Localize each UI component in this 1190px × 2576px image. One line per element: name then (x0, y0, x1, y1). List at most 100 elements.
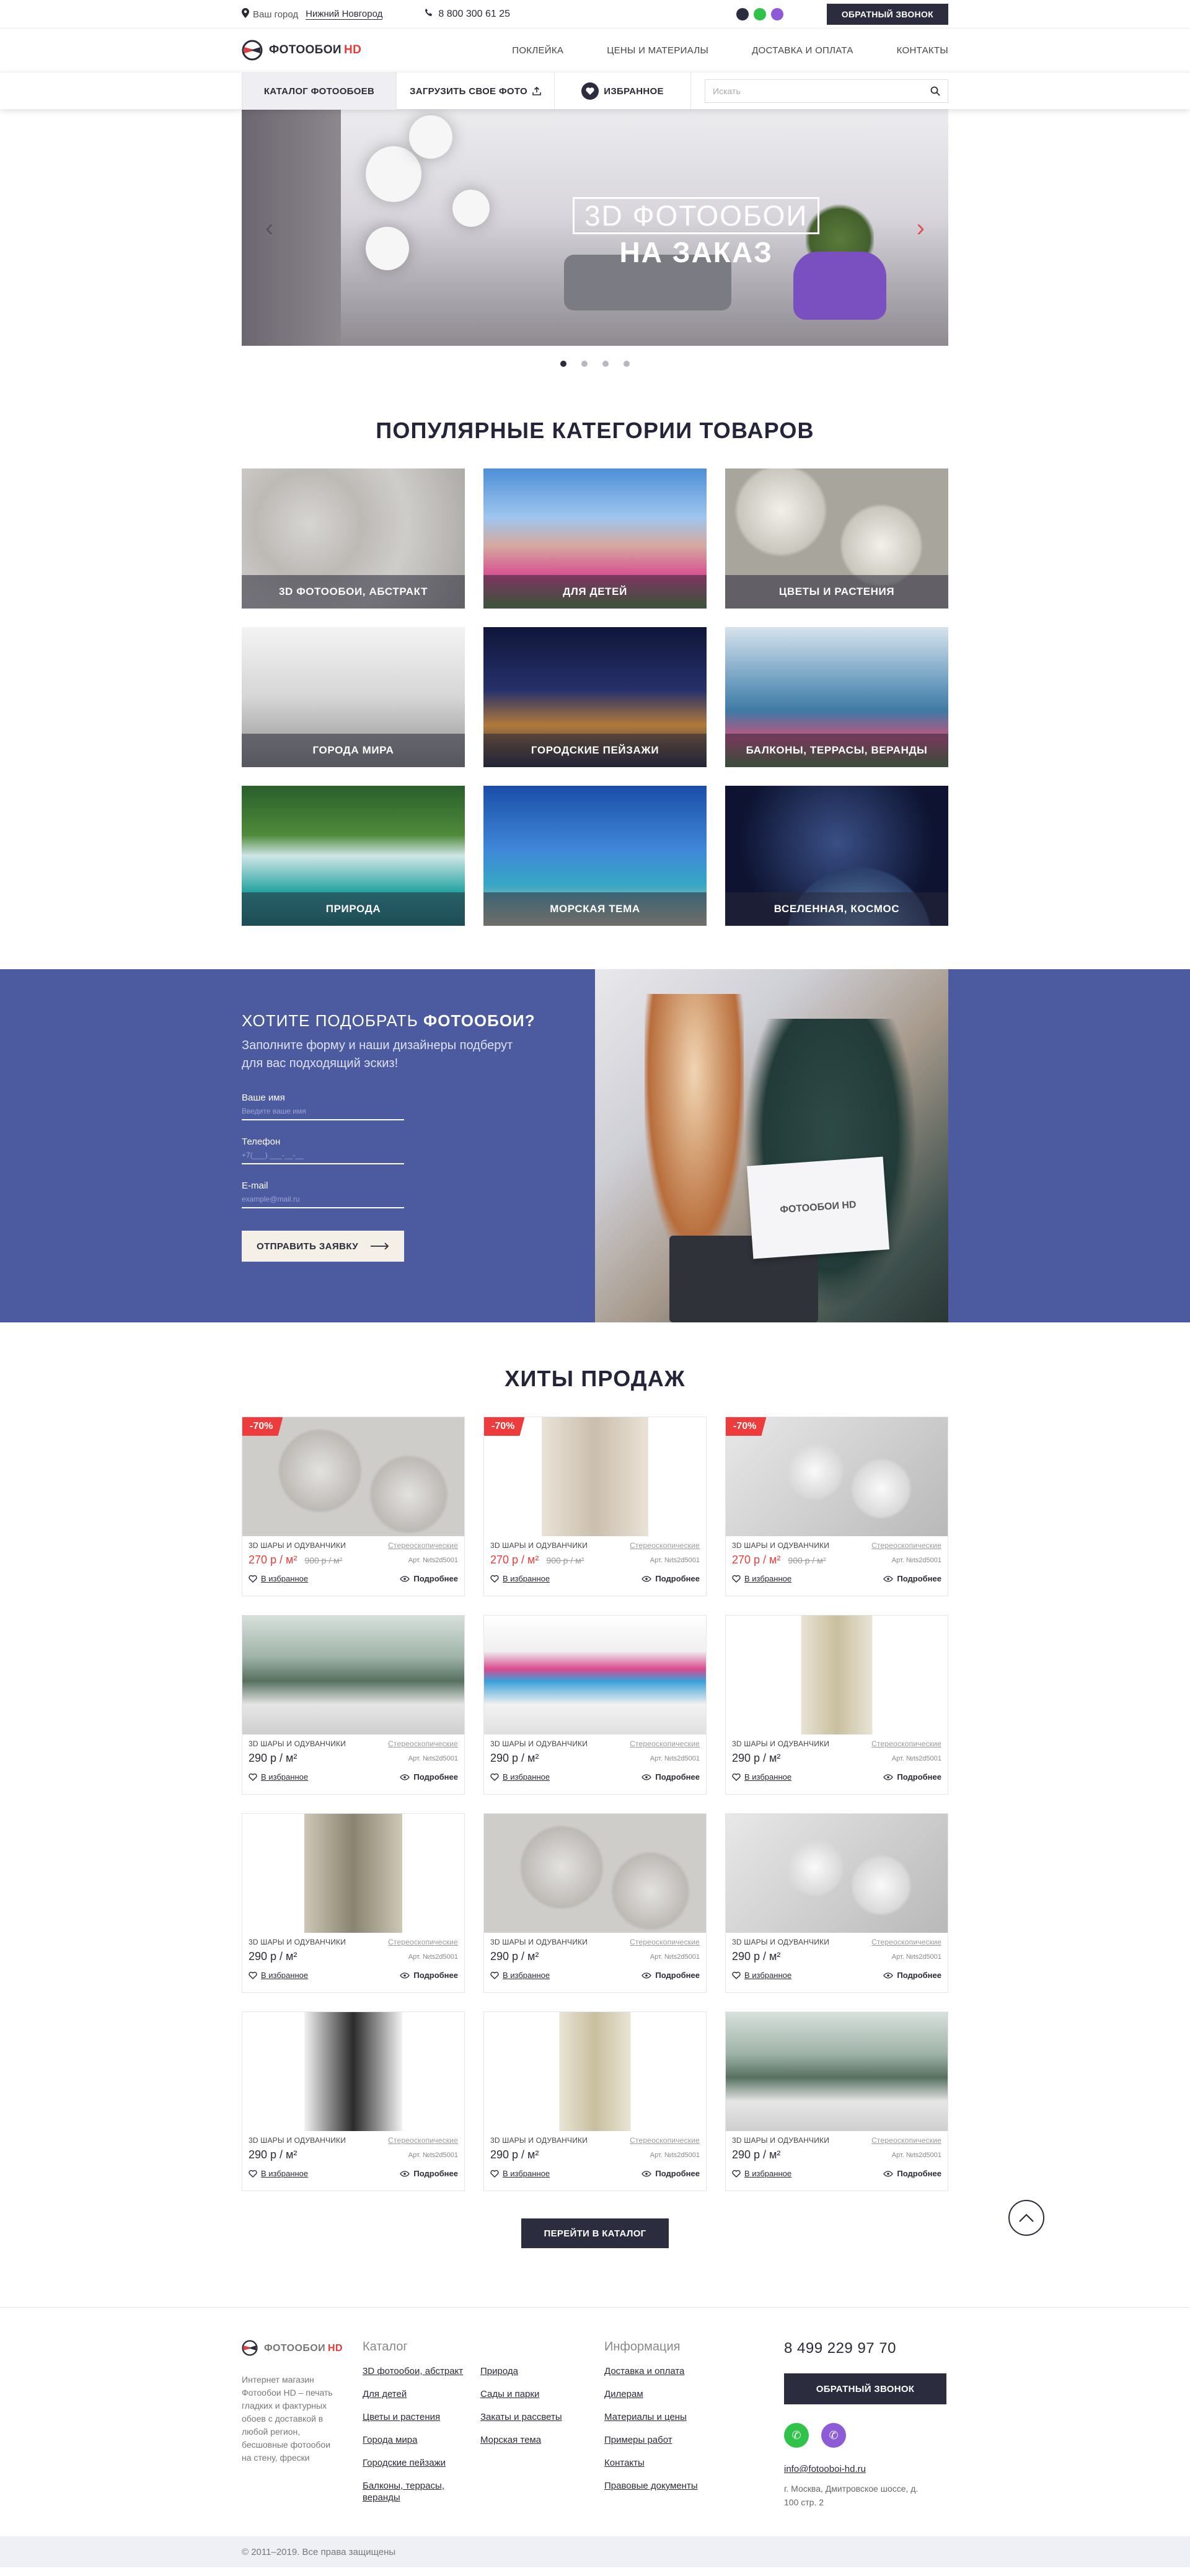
product-image[interactable]: -70% (726, 1417, 948, 1536)
whatsapp-icon[interactable] (753, 8, 766, 20)
add-to-favorites-link[interactable]: В избранное (490, 1971, 550, 1980)
category-card-balconies[interactable]: БАЛКОНЫ, ТЕРРАСЫ, ВЕРАНДЫ (725, 627, 948, 767)
product-card[interactable]: 3D ШАРЫ И ОДУВАНЧИКИ Стереоскопические 2… (483, 1615, 707, 1795)
footer-callback-button[interactable]: ОБРАТНЫЙ ЗВОНОК (784, 2373, 946, 2404)
product-material[interactable]: Стереоскопические (388, 1938, 458, 1946)
slider-prev-icon[interactable]: ‹ (265, 216, 273, 240)
footer-link[interactable]: Правовые документы (604, 2480, 784, 2492)
product-material[interactable]: Стереоскопические (630, 1541, 700, 1550)
product-card[interactable]: 3D ШАРЫ И ОДУВАНЧИКИ Стереоскопические 2… (725, 2011, 948, 2191)
footer-link[interactable]: Цветы и растения (363, 2411, 480, 2423)
footer-link[interactable]: Материалы и цены (604, 2411, 784, 2423)
product-card[interactable]: 3D ШАРЫ И ОДУВАНЧИКИ Стереоскопические 2… (725, 1615, 948, 1795)
footer-link[interactable]: Городские пейзажи (363, 2457, 480, 2469)
footer-link[interactable]: Морская тема (480, 2434, 562, 2446)
footer-email[interactable]: info@fotooboi-hd.ru (784, 2464, 946, 2474)
product-card[interactable]: 3D ШАРЫ И ОДУВАНЧИКИ Стереоскопические 2… (483, 2011, 707, 2191)
product-material[interactable]: Стереоскопические (871, 1739, 941, 1748)
nav-item-delivery[interactable]: ДОСТАВКА И ОПЛАТА (752, 45, 853, 56)
details-link[interactable]: Подробнее (641, 1574, 700, 1583)
product-card[interactable]: 3D ШАРЫ И ОДУВАНЧИКИ Стереоскопические 2… (483, 1813, 707, 1993)
footer-link[interactable]: Сады и парки (480, 2388, 562, 2400)
city-link[interactable]: Нижний Новгород (306, 9, 383, 20)
details-link[interactable]: Подробнее (883, 1971, 941, 1980)
product-image[interactable] (242, 2012, 464, 2131)
product-material[interactable]: Стереоскопические (388, 1541, 458, 1550)
product-image[interactable] (484, 1814, 706, 1933)
city-selector[interactable]: Ваш город Нижний Новгород (242, 8, 383, 20)
submit-request-button[interactable]: ОТПРАВИТЬ ЗАЯВКУ (242, 1231, 404, 1262)
details-link[interactable]: Подробнее (883, 1772, 941, 1782)
category-card-space[interactable]: ВСЕЛЕННАЯ, КОСМОС (725, 786, 948, 926)
category-card-cityscapes[interactable]: ГОРОДСКИЕ ПЕЙЗАЖИ (483, 627, 707, 767)
add-to-favorites-link[interactable]: В избранное (249, 1772, 308, 1782)
add-to-favorites-link[interactable]: В избранное (249, 1971, 308, 1980)
slider-dot[interactable] (602, 361, 609, 367)
viber-icon[interactable]: ✆ (821, 2423, 846, 2448)
product-image[interactable]: -70% (484, 1417, 706, 1536)
add-to-favorites-link[interactable]: В избранное (732, 1971, 791, 1980)
footer-link[interactable]: Дилерам (604, 2388, 784, 2400)
product-image[interactable] (484, 1615, 706, 1734)
footer-link[interactable]: Природа (480, 2365, 562, 2377)
email-field[interactable]: E-mail example@mail.ru (242, 1180, 404, 1208)
product-image[interactable] (484, 2012, 706, 2131)
footer-phone[interactable]: 8 499 229 97 70 (784, 2340, 946, 2357)
details-link[interactable]: Подробнее (641, 2169, 700, 2178)
search-icon[interactable] (930, 86, 940, 96)
nav-item-prices[interactable]: ЦЕНЫ И МАТЕРИАЛЫ (607, 45, 708, 56)
nav-item-installation[interactable]: ПОКЛЕЙКА (512, 45, 563, 56)
add-to-favorites-link[interactable]: В избранное (490, 1574, 550, 1583)
slider-dot[interactable] (624, 361, 630, 367)
category-card-flowers[interactable]: ЦВЕТЫ И РАСТЕНИЯ (725, 468, 948, 609)
footer-link[interactable]: Для детей (363, 2388, 480, 2400)
slider-next-icon[interactable]: › (917, 216, 925, 240)
product-card[interactable]: -70% 3D ШАРЫ И ОДУВАНЧИКИ Стереоскопичес… (483, 1417, 707, 1596)
product-material[interactable]: Стереоскопические (871, 2136, 941, 2145)
product-image[interactable]: -70% (242, 1417, 464, 1536)
name-field[interactable]: Ваше имя Введите ваше имя (242, 1092, 404, 1120)
nav-item-contacts[interactable]: КОНТАКТЫ (897, 45, 948, 56)
category-card-3d[interactable]: 3D ФОТООБОИ, АБСТРАКТ (242, 468, 465, 609)
product-card[interactable]: -70% 3D ШАРЫ И ОДУВАНЧИКИ Стереоскопичес… (725, 1417, 948, 1596)
details-link[interactable]: Подробнее (400, 1574, 458, 1583)
category-card-sea[interactable]: МОРСКАЯ ТЕМА (483, 786, 707, 926)
product-material[interactable]: Стереоскопические (630, 2136, 700, 2145)
phone-field[interactable]: Телефон +7(___) ___-__-__ (242, 1136, 404, 1164)
product-image[interactable] (242, 1814, 464, 1933)
details-link[interactable]: Подробнее (400, 2169, 458, 2178)
catalog-button[interactable]: КАТАЛОГ ФОТООБОЕВ (242, 73, 397, 110)
email-input[interactable]: example@mail.ru (242, 1191, 404, 1208)
footer-link[interactable]: 3D фотообои, абстракт (363, 2365, 480, 2377)
add-to-favorites-link[interactable]: В избранное (732, 1772, 791, 1782)
whatsapp-icon[interactable]: ✆ (784, 2423, 809, 2448)
go-to-catalog-button[interactable]: ПЕРЕЙТИ В КАТАЛОГ (521, 2218, 669, 2248)
product-material[interactable]: Стереоскопические (630, 1938, 700, 1946)
details-link[interactable]: Подробнее (641, 1971, 700, 1980)
add-to-favorites-link[interactable]: В избранное (490, 1772, 550, 1782)
footer-link[interactable]: Доставка и оплата (604, 2365, 784, 2377)
upload-photo-button[interactable]: ЗАГРУЗИТЬ СВОЕ ФОТО (397, 73, 555, 110)
add-to-favorites-link[interactable]: В избранное (249, 2169, 308, 2178)
product-card[interactable]: 3D ШАРЫ И ОДУВАНЧИКИ Стереоскопические 2… (242, 1615, 465, 1795)
site-logo[interactable]: ФОТООБОИ HD (242, 40, 361, 61)
add-to-favorites-link[interactable]: В избранное (490, 2169, 550, 2178)
details-link[interactable]: Подробнее (641, 1772, 700, 1782)
product-material[interactable]: Стереоскопические (630, 1739, 700, 1748)
telegram-icon[interactable] (736, 8, 749, 20)
slider-dot[interactable] (560, 361, 566, 367)
category-card-nature[interactable]: ПРИРОДА (242, 786, 465, 926)
hero-slider[interactable]: 3D ФОТООБОИ НА ЗАКАЗ ‹ › (242, 109, 948, 346)
details-link[interactable]: Подробнее (883, 2169, 941, 2178)
phone-input[interactable]: +7(___) ___-__-__ (242, 1147, 404, 1164)
footer-link[interactable]: Города мира (363, 2434, 480, 2446)
details-link[interactable]: Подробнее (400, 1971, 458, 1980)
add-to-favorites-link[interactable]: В избранное (249, 1574, 308, 1583)
product-material[interactable]: Стереоскопические (388, 2136, 458, 2145)
product-card[interactable]: -70% 3D ШАРЫ И ОДУВАНЧИКИ Стереоскопичес… (242, 1417, 465, 1596)
product-material[interactable]: Стереоскопические (388, 1739, 458, 1748)
add-to-favorites-link[interactable]: В избранное (732, 1574, 791, 1583)
product-card[interactable]: 3D ШАРЫ И ОДУВАНЧИКИ Стереоскопические 2… (242, 1813, 465, 1993)
product-card[interactable]: 3D ШАРЫ И ОДУВАНЧИКИ Стереоскопические 2… (242, 2011, 465, 2191)
product-material[interactable]: Стереоскопические (871, 1938, 941, 1946)
